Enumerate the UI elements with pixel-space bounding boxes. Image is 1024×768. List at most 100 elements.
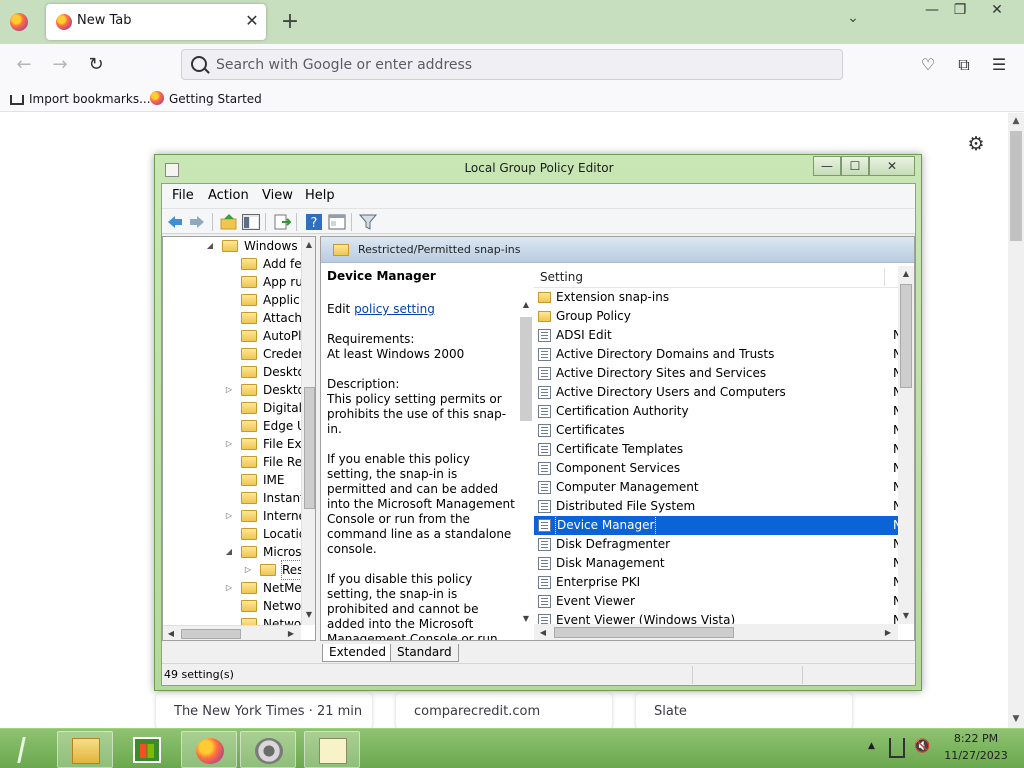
scroll-up-arrow-icon[interactable]: ▲	[303, 239, 315, 251]
expand-arrow-icon[interactable]: ▷	[224, 579, 234, 597]
scrollbar-thumb[interactable]	[520, 317, 532, 421]
collapse-arrow-icon[interactable]: ◢	[224, 543, 234, 561]
up-folder-icon[interactable]	[220, 213, 238, 231]
tree-item[interactable]: App ru	[163, 273, 301, 291]
edit-policy-setting-link[interactable]: policy setting	[354, 302, 435, 316]
back-arrow-icon[interactable]: ←	[10, 52, 38, 78]
volume-muted-icon[interactable]: 🔇	[914, 739, 932, 757]
getting-started-bookmark[interactable]: Getting Started	[150, 90, 262, 108]
help-icon[interactable]: ?	[305, 213, 323, 231]
list-vertical-scrollbar[interactable]: ▲ ▼	[898, 266, 914, 624]
tree-item[interactable]: Add fe	[163, 255, 301, 273]
tree-item[interactable]: Netwo	[163, 615, 301, 625]
scroll-right-arrow-icon[interactable]: ▶	[285, 628, 297, 640]
show-hidden-icons-chevron-icon[interactable]: ▲	[868, 741, 880, 751]
scrollbar-thumb[interactable]	[1010, 131, 1022, 241]
description-scrollbar[interactable]: ▲ ▼	[518, 297, 534, 640]
gear-icon[interactable]: ⚙	[965, 133, 987, 155]
tree-item[interactable]: Edge U	[163, 417, 301, 435]
network-icon[interactable]	[889, 738, 905, 758]
tree-item[interactable]: Digital	[163, 399, 301, 417]
tree-item[interactable]: Netwo	[163, 597, 301, 615]
import-bookmarks-link[interactable]: Import bookmarks...	[10, 90, 151, 108]
clock-time[interactable]: 8:22 PM	[944, 732, 1008, 745]
list-item[interactable]: Active Directory Users and ComputersN	[534, 383, 898, 402]
expand-arrow-icon[interactable]: ▷	[224, 507, 234, 525]
scroll-down-arrow-icon[interactable]: ▼	[900, 610, 912, 622]
address-bar[interactable]	[181, 49, 843, 80]
menu-view[interactable]: View	[256, 187, 299, 205]
gpe-close-button[interactable]: ✕	[869, 156, 915, 176]
scroll-down-arrow-icon[interactable]: ▼	[1010, 713, 1022, 725]
tab-standard[interactable]: Standard	[390, 644, 459, 662]
console-tree[interactable]: ◢ Windows (Add fe App ru Applic Attach AutoPl…	[162, 236, 316, 641]
tree-item[interactable]: Instant	[163, 489, 301, 507]
back-icon[interactable]	[166, 213, 184, 231]
scroll-left-arrow-icon[interactable]: ◀	[537, 627, 549, 639]
gpe-maximize-button[interactable]: ☐	[841, 156, 869, 176]
scroll-left-arrow-icon[interactable]: ◀	[165, 628, 177, 640]
taskbar-file-explorer[interactable]	[57, 731, 113, 768]
scrollbar-thumb[interactable]	[900, 284, 912, 388]
close-tab-icon[interactable]: ✕	[242, 10, 262, 32]
list-item[interactable]: Active Directory Domains and TrustsN	[534, 345, 898, 364]
scroll-down-arrow-icon[interactable]: ▼	[303, 609, 315, 621]
scroll-down-arrow-icon[interactable]: ▼	[520, 613, 532, 625]
tree-item[interactable]: Attach	[163, 309, 301, 327]
window-maximize-button[interactable]: ❐	[945, 0, 975, 20]
tree-item[interactable]: ▷ Deskto	[163, 381, 301, 399]
new-tab-button[interactable]: +	[278, 8, 302, 36]
list-item[interactable]: Extension snap-ins	[534, 288, 898, 307]
firefox-icon[interactable]	[10, 13, 28, 31]
tree-item[interactable]: File Re	[163, 453, 301, 471]
tree-item[interactable]: ◢ Micros	[163, 543, 301, 561]
forward-arrow-icon[interactable]: →	[46, 52, 74, 78]
list-item[interactable]: Distributed File SystemN	[534, 497, 898, 516]
tree-item[interactable]: Creder	[163, 345, 301, 363]
tab-extended[interactable]: Extended	[322, 644, 393, 662]
list-item[interactable]: Group Policy	[534, 307, 898, 326]
extensions-icon[interactable]: ⧉	[953, 54, 975, 76]
tree-item[interactable]: ▷ Interne	[163, 507, 301, 525]
list-horizontal-scrollbar[interactable]: ◀ ▶	[534, 624, 898, 640]
menu-help[interactable]: Help	[299, 187, 341, 205]
tree-vertical-scrollbar[interactable]: ▲ ▼	[301, 237, 315, 625]
show-hide-tree-icon[interactable]	[242, 213, 260, 231]
list-item[interactable]: ADSI EditN	[534, 326, 898, 345]
list-item[interactable]: Computer ManagementN	[534, 478, 898, 497]
tree-item[interactable]: ▷ File Exp	[163, 435, 301, 453]
tree-item[interactable]: Locatio	[163, 525, 301, 543]
collapse-arrow-icon[interactable]: ◢	[205, 237, 215, 255]
taskbar-store[interactable]	[119, 731, 175, 768]
page-scrollbar[interactable]: ▲ ▼	[1008, 113, 1024, 729]
list-item[interactable]: CertificatesN	[534, 421, 898, 440]
list-item[interactable]: Enterprise PKIN	[534, 573, 898, 592]
filter-icon[interactable]	[359, 213, 377, 231]
scroll-up-arrow-icon[interactable]: ▲	[520, 299, 532, 311]
list-item[interactable]: Certificate TemplatesN	[534, 440, 898, 459]
taskbar-notepad[interactable]	[304, 731, 360, 768]
tree-item[interactable]: ▷ Res	[163, 560, 301, 580]
tree-item[interactable]: ▷ NetMe	[163, 579, 301, 597]
tree-item[interactable]: IME	[163, 471, 301, 489]
expand-arrow-icon[interactable]: ▷	[243, 561, 253, 579]
properties-icon[interactable]	[328, 213, 346, 231]
scroll-up-arrow-icon[interactable]: ▲	[1010, 115, 1022, 127]
expand-arrow-icon[interactable]: ▷	[224, 381, 234, 399]
taskbar-firefox[interactable]	[181, 731, 237, 768]
list-item[interactable]: Device ManagerN	[534, 515, 898, 536]
list-item[interactable]: Disk ManagementN	[534, 554, 898, 573]
forward-icon[interactable]	[188, 213, 206, 231]
pocket-icon[interactable]: ♡	[917, 54, 939, 76]
list-all-tabs-chevron-icon[interactable]: ⌄	[842, 10, 864, 34]
story-card[interactable]: Slate	[636, 692, 852, 730]
story-card[interactable]: The New York Times · 21 min	[156, 692, 372, 730]
column-divider[interactable]	[884, 268, 885, 286]
scroll-right-arrow-icon[interactable]: ▶	[882, 627, 894, 639]
gpe-minimize-button[interactable]: —	[813, 156, 841, 176]
tree-item[interactable]: Applic	[163, 291, 301, 309]
tree-item[interactable]: ◢ Windows (	[163, 237, 301, 255]
menu-file[interactable]: File	[166, 187, 200, 205]
scrollbar-thumb[interactable]	[554, 627, 734, 638]
tab-new-tab[interactable]: New Tab ✕	[46, 4, 266, 40]
